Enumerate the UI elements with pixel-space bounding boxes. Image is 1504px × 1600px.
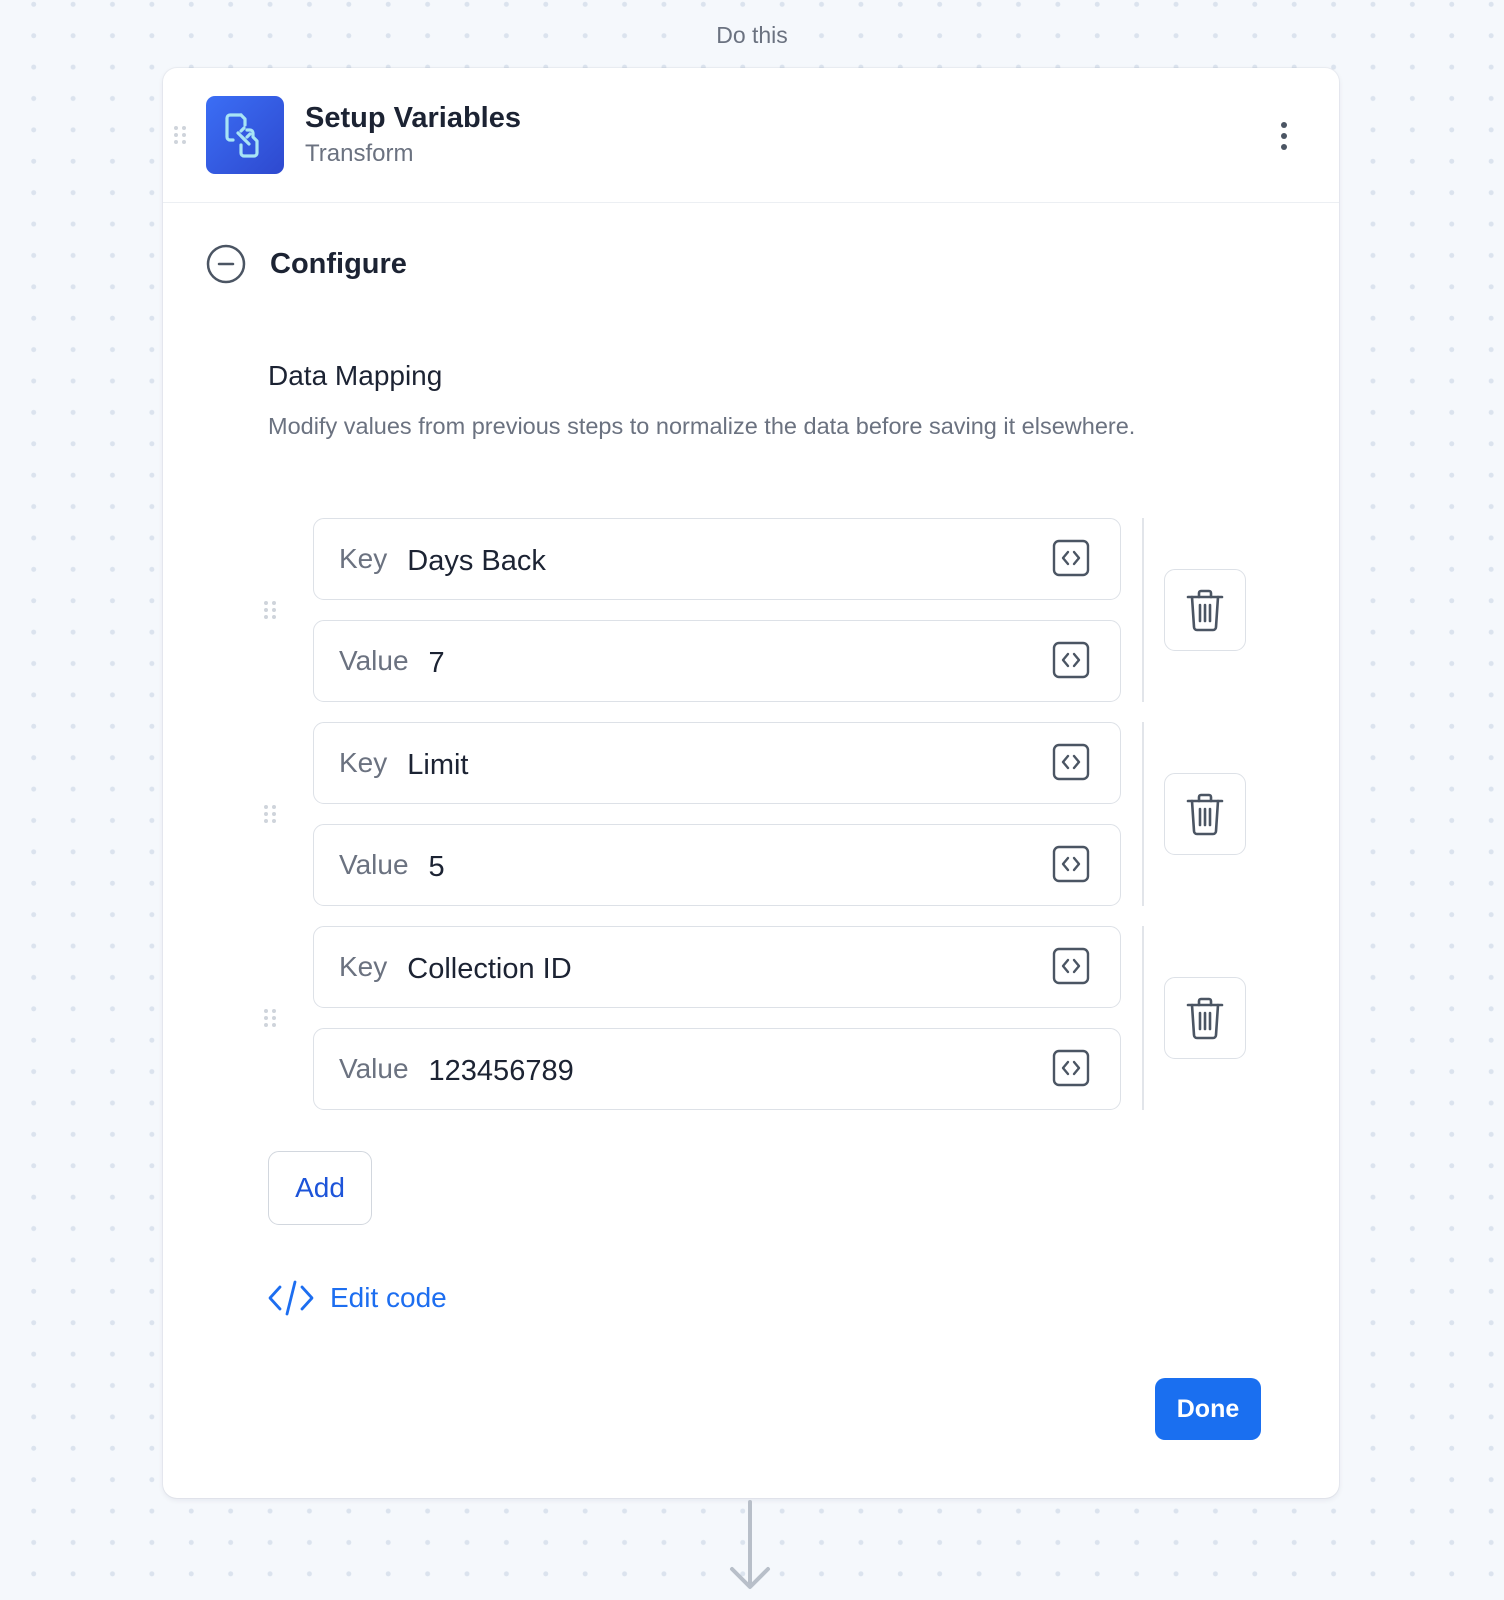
value-label: Value — [339, 849, 409, 880]
delete-pair-button[interactable] — [1164, 773, 1246, 855]
trash-icon — [1186, 997, 1224, 1040]
mapping-pair: Key Days Back Value 7 — [263, 518, 1263, 702]
code-icon[interactable] — [1052, 845, 1090, 883]
drag-handle-icon[interactable] — [263, 600, 277, 625]
configure-section-header[interactable]: Configure — [206, 244, 407, 284]
key-label: Key — [339, 747, 388, 778]
code-icon[interactable] — [1052, 641, 1090, 679]
value-field[interactable]: Value 5 — [313, 824, 1121, 906]
value-label: Value — [339, 645, 409, 676]
step-subtitle: Transform — [305, 140, 414, 167]
trash-icon — [1186, 589, 1224, 632]
more-vertical-icon[interactable] — [1272, 120, 1296, 152]
key-value[interactable]: Limit — [407, 745, 468, 782]
key-label: Key — [339, 543, 388, 574]
divider — [1142, 926, 1144, 1110]
key-field[interactable]: Key Days Back — [313, 518, 1121, 600]
code-icon — [268, 1280, 314, 1316]
edit-code-link[interactable]: Edit code — [268, 1278, 447, 1318]
key-field[interactable]: Key Limit — [313, 722, 1121, 804]
code-icon[interactable] — [1052, 743, 1090, 781]
step-card: Setup Variables Transform Configure Data… — [163, 68, 1339, 1498]
add-pair-button[interactable]: Add — [268, 1151, 372, 1225]
divider — [1142, 518, 1144, 702]
value-value[interactable]: 123456789 — [429, 1051, 574, 1088]
delete-pair-button[interactable] — [1164, 569, 1246, 651]
key-value[interactable]: Collection ID — [407, 949, 571, 986]
edit-code-label: Edit code — [330, 1282, 447, 1313]
drag-handle-icon[interactable] — [173, 125, 187, 145]
mapping-pair: Key Collection ID Value 123456789 — [263, 926, 1263, 1110]
key-value[interactable]: Days Back — [407, 541, 546, 578]
step-title: Setup Variables — [305, 102, 521, 134]
code-icon[interactable] — [1052, 947, 1090, 985]
value-value[interactable]: 7 — [429, 643, 445, 680]
value-field[interactable]: Value 7 — [313, 620, 1121, 702]
flow-label: Do this — [0, 22, 1504, 49]
step-header[interactable]: Setup Variables Transform — [163, 68, 1339, 203]
value-field[interactable]: Value 123456789 — [313, 1028, 1121, 1110]
done-button[interactable]: Done — [1155, 1378, 1261, 1440]
drag-handle-icon[interactable] — [263, 1008, 277, 1033]
transform-icon — [206, 96, 284, 174]
code-icon[interactable] — [1052, 1049, 1090, 1087]
data-mapping-title: Data Mapping — [268, 360, 443, 391]
divider — [1142, 722, 1144, 906]
mapping-pair: Key Limit Value 5 — [263, 722, 1263, 906]
data-mapping-description: Modify values from previous steps to nor… — [268, 413, 1136, 439]
code-icon[interactable] — [1052, 539, 1090, 577]
minus-circle-icon[interactable] — [206, 244, 246, 284]
configure-title: Configure — [270, 247, 407, 280]
value-value[interactable]: 5 — [429, 847, 445, 884]
delete-pair-button[interactable] — [1164, 977, 1246, 1059]
key-label: Key — [339, 951, 388, 982]
key-field[interactable]: Key Collection ID — [313, 926, 1121, 1008]
drag-handle-icon[interactable] — [263, 804, 277, 829]
trash-icon — [1186, 793, 1224, 836]
value-label: Value — [339, 1053, 409, 1084]
arrow-down-icon — [727, 1500, 773, 1597]
